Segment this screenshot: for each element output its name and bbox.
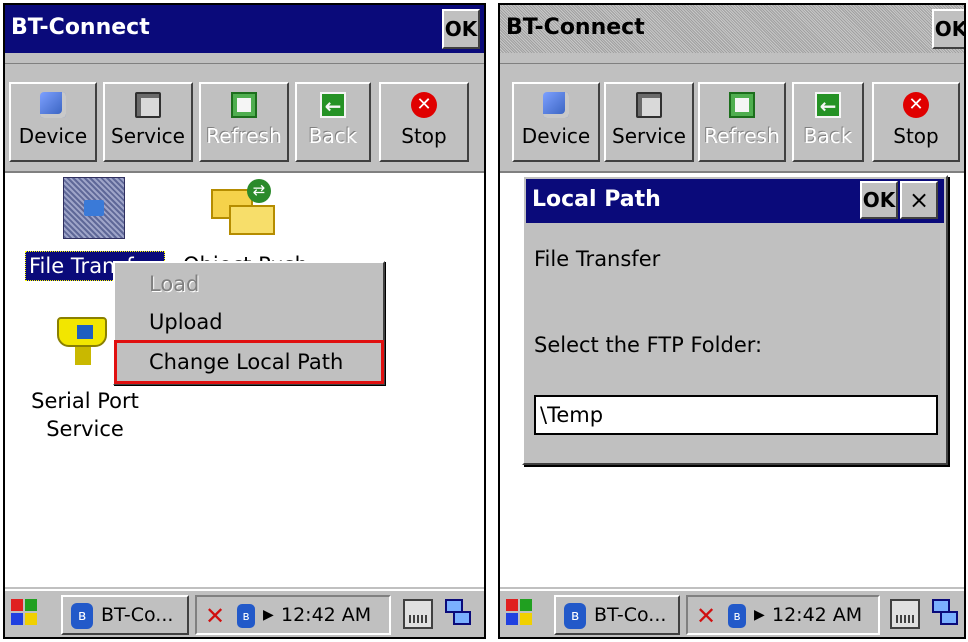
start-icon[interactable] xyxy=(11,599,39,627)
file-transfer-icon[interactable] xyxy=(63,177,125,239)
service-button[interactable]: Service xyxy=(604,82,694,162)
start-icon[interactable] xyxy=(506,599,534,627)
dialog-title: Local Path xyxy=(532,187,661,212)
serial-port-label-line1: Serial Port xyxy=(31,389,139,413)
dialog-service-name: File Transfer xyxy=(534,247,661,271)
ok-button[interactable]: OK xyxy=(932,9,964,49)
system-tray: ✕ ʙ ▶ 12:42 AM xyxy=(195,595,391,635)
bluetooth-tray-icon[interactable]: ʙ xyxy=(728,604,746,628)
service-icon xyxy=(636,92,662,118)
tray-arrow-icon[interactable]: ▶ xyxy=(754,597,765,633)
dialog-prompt: Select the FTP Folder: xyxy=(534,333,763,357)
refresh-button[interactable]: Refresh xyxy=(698,82,786,162)
back-button[interactable]: ← Back xyxy=(295,82,371,162)
taskbar-app-button[interactable]: ʙ BT-Co... xyxy=(61,595,189,635)
dialog-ok-button[interactable]: OK xyxy=(860,181,898,219)
bluetooth-icon: ʙ xyxy=(71,603,93,629)
taskbar-app-label: BT-Co... xyxy=(594,604,667,626)
tray-arrow-icon[interactable]: ▶ xyxy=(263,597,274,633)
bluetooth-icon: ʙ xyxy=(564,603,586,629)
device-label: Device xyxy=(521,124,591,148)
service-list: File Transfer ⇄ Object Push Serial Port … xyxy=(5,171,484,587)
switch-windows-icon[interactable] xyxy=(445,599,473,629)
device-label: Device xyxy=(18,124,88,148)
stop-button[interactable]: ✕ Stop xyxy=(379,82,469,162)
bluetooth-off-icon[interactable]: ✕ xyxy=(205,603,231,629)
menu-item-load[interactable]: Load xyxy=(117,265,381,303)
left-screenshot: BT-Connect OK Device Service Refresh ← B… xyxy=(3,3,486,639)
app-titlebar-inactive: BT-Connect OK xyxy=(500,5,964,55)
object-push-icon[interactable]: ⇄ xyxy=(211,179,277,237)
service-icon xyxy=(135,92,161,118)
ftp-folder-input[interactable] xyxy=(534,395,938,435)
device-button[interactable]: Device xyxy=(9,82,97,162)
serial-port-label[interactable]: Serial Port Service xyxy=(25,387,145,443)
back-arrow-icon: ← xyxy=(320,92,346,118)
bluetooth-tray-icon[interactable]: ʙ xyxy=(237,604,255,628)
ok-button[interactable]: OK xyxy=(442,9,480,49)
toolbar: Device Service Refresh ← Back ✕ Stop xyxy=(5,63,484,171)
app-titlebar: BT-Connect OK xyxy=(5,5,484,55)
toolbar: Device Service Refresh ← Back ✕ Stop xyxy=(500,63,964,171)
keyboard-icon[interactable] xyxy=(890,599,920,629)
serial-port-label-line2: Service xyxy=(46,417,124,441)
stop-button[interactable]: ✕ Stop xyxy=(872,82,960,162)
stop-label: Stop xyxy=(401,124,447,148)
service-button[interactable]: Service xyxy=(103,82,193,162)
taskbar: ʙ BT-Co... ✕ ʙ ▶ 12:42 AM xyxy=(5,589,484,637)
right-screenshot: BT-Connect OK Device Service Refresh ← B… xyxy=(498,3,966,639)
device-icon xyxy=(40,92,66,118)
menu-item-change-local-path[interactable]: Change Local Path xyxy=(114,340,384,384)
dialog-close-button[interactable]: × xyxy=(900,181,938,219)
back-button[interactable]: ← Back xyxy=(792,82,864,162)
clock[interactable]: 12:42 AM xyxy=(281,597,371,633)
refresh-button[interactable]: Refresh xyxy=(199,82,289,162)
refresh-icon xyxy=(231,92,257,118)
context-menu: Load Upload Change Local Path xyxy=(113,261,385,385)
clock[interactable]: 12:42 AM xyxy=(772,597,862,633)
app-title: BT-Connect xyxy=(506,15,645,40)
back-label: Back xyxy=(803,124,853,148)
serial-port-icon[interactable] xyxy=(57,311,113,367)
stop-icon: ✕ xyxy=(411,92,437,118)
menu-item-upload[interactable]: Upload xyxy=(117,303,381,341)
refresh-label: Refresh xyxy=(704,124,780,148)
local-path-dialog: Local Path OK × File Transfer Select the… xyxy=(522,175,948,465)
taskbar: ʙ BT-Co... ✕ ʙ ▶ 12:42 AM xyxy=(500,589,964,637)
service-label: Service xyxy=(612,124,686,148)
back-arrow-icon: ← xyxy=(815,92,841,118)
keyboard-icon[interactable] xyxy=(403,599,433,629)
back-label: Back xyxy=(308,124,358,148)
stop-icon: ✕ xyxy=(903,92,929,118)
taskbar-app-button[interactable]: ʙ BT-Co... xyxy=(554,595,680,635)
bluetooth-off-icon[interactable]: ✕ xyxy=(696,603,722,629)
device-icon xyxy=(543,92,569,118)
stop-label: Stop xyxy=(893,124,939,148)
refresh-icon xyxy=(729,92,755,118)
service-label: Service xyxy=(111,124,185,148)
app-title: BT-Connect xyxy=(11,15,150,40)
device-button[interactable]: Device xyxy=(512,82,600,162)
system-tray: ✕ ʙ ▶ 12:42 AM xyxy=(686,595,880,635)
taskbar-app-label: BT-Co... xyxy=(101,604,174,626)
switch-windows-icon[interactable] xyxy=(932,599,960,629)
dialog-titlebar: Local Path OK × xyxy=(526,179,944,223)
refresh-label: Refresh xyxy=(206,124,282,148)
